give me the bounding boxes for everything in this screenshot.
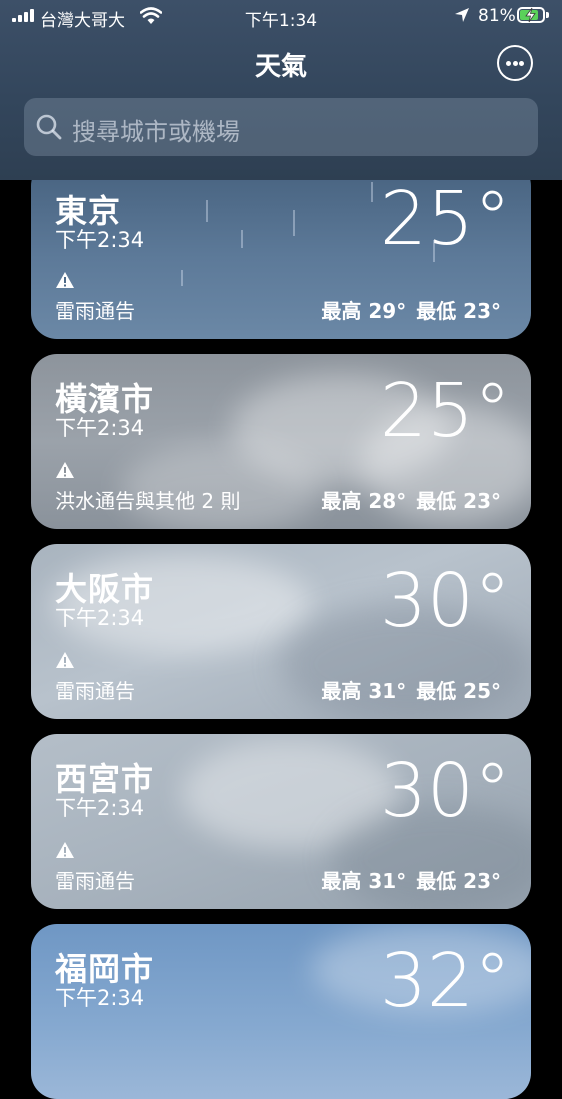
high-temperature: 最高 29° (321, 299, 407, 323)
high-temperature: 最高 28° (321, 489, 407, 513)
location-arrow-icon (455, 8, 469, 22)
header: 台灣大哥大 下午1:34 81% 天氣 搜尋城市或機場 (0, 0, 562, 180)
status-bar: 台灣大哥大 下午1:34 81% (0, 0, 562, 34)
battery-cap (546, 12, 549, 18)
city-card-osaka[interactable]: 大阪市 下午2:34 30° 雷雨通告 最高 31° 最低 25° (31, 544, 531, 719)
current-temperature: 30° (379, 558, 511, 644)
current-temperature: 25° (379, 176, 511, 262)
weather-alert: 洪水通告與其他 2 則 (55, 489, 241, 513)
local-time: 下午2:34 (55, 228, 145, 252)
low-temperature: 最低 25° (416, 679, 501, 703)
battery-icon (517, 7, 545, 23)
warning-triangle-icon (56, 652, 74, 668)
local-time: 下午2:34 (55, 796, 145, 820)
warning-triangle-icon (56, 842, 74, 858)
warning-triangle-icon (56, 462, 74, 478)
high-temperature: 最高 31° (321, 869, 407, 893)
city-card-nishinomiya[interactable]: 西宮市 下午2:34 30° 雷雨通告 最高 31° 最低 23° (31, 734, 531, 909)
low-temperature: 最低 23° (416, 299, 501, 323)
charging-bolt-icon (525, 7, 536, 23)
high-low: 最高 31° 最低 25° (311, 675, 501, 704)
high-temperature: 最高 31° (321, 679, 407, 703)
local-time: 下午2:34 (55, 416, 145, 440)
page-title: 天氣 (254, 52, 307, 82)
city-card-tokyo[interactable]: 東京 下午2:34 25° 雷雨通告 最高 29° 最低 23° (31, 160, 531, 339)
weather-alert: 雷雨通告 (55, 679, 135, 703)
search-icon (36, 114, 62, 140)
high-low: 最高 28° 最低 23° (311, 485, 501, 514)
low-temperature: 最低 23° (416, 869, 501, 893)
more-options-button[interactable] (497, 45, 533, 81)
city-card-yokohama[interactable]: 橫濱市 下午2:34 25° 洪水通告與其他 2 則 最高 28° 最低 23° (31, 354, 531, 529)
weather-alert: 雷雨通告 (55, 869, 135, 893)
current-temperature: 30° (379, 748, 511, 834)
search-placeholder: 搜尋城市或機場 (72, 118, 240, 146)
current-temperature: 25° (379, 368, 511, 454)
search-input[interactable]: 搜尋城市或機場 (24, 98, 538, 156)
weather-alert: 雷雨通告 (55, 299, 135, 323)
local-time: 下午2:34 (55, 986, 145, 1010)
current-temperature: 32° (379, 938, 511, 1024)
battery-percentage: 81% (478, 6, 516, 26)
high-low: 最高 29° 最低 23° (311, 295, 501, 324)
city-card-fukuoka[interactable]: 福岡市 下午2:34 32° (31, 924, 531, 1099)
low-temperature: 最低 23° (416, 489, 501, 513)
local-time: 下午2:34 (55, 606, 145, 630)
warning-triangle-icon (56, 272, 74, 288)
high-low: 最高 31° 最低 23° (311, 865, 501, 894)
